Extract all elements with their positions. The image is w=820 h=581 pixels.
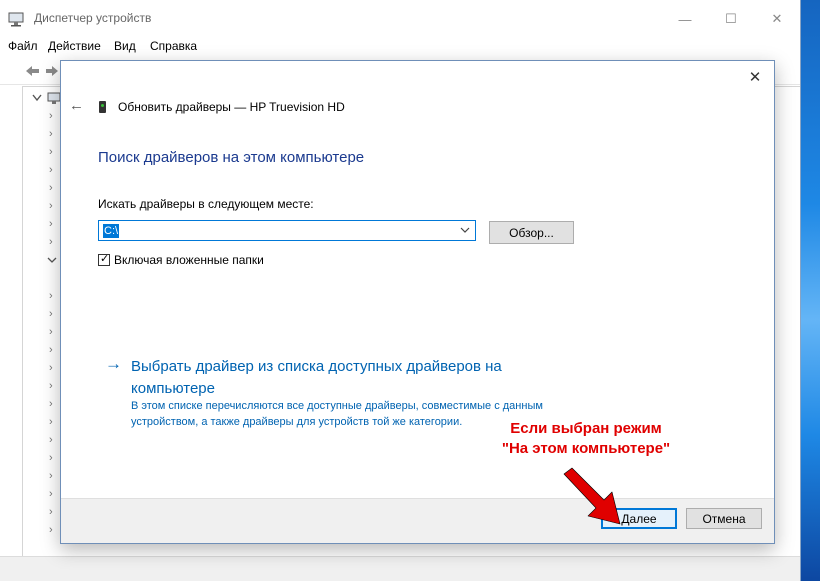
menu-view[interactable]: Вид [114,39,136,53]
tree-expand-icon[interactable]: › [49,164,53,176]
browse-button[interactable]: Обзор... [489,221,574,244]
tree-expand-icon[interactable]: › [49,200,53,212]
dialog-title: Обновить драйверы — HP Truevision HD [118,100,345,114]
annotation-text: Если выбран режим "На этом компьютере" [470,419,702,459]
minimize-button[interactable]: — [662,0,708,38]
red-pointer-arrow [563,467,621,525]
close-icon[interactable]: ✕ [742,65,768,89]
dialog-footer: Далее Отмена [61,498,774,543]
tree-expand-icon[interactable]: › [49,218,53,230]
close-window-button[interactable]: ✕ [754,0,800,38]
tree-expand-icon[interactable]: › [49,362,53,374]
window-titlebar: Диспетчер устройств — ☐ ✕ [0,0,800,38]
tree-expand-icon[interactable]: › [49,308,53,320]
tree-expand-icon[interactable]: › [49,128,53,140]
update-drivers-dialog: ✕ ← Обновить драйверы — HP Truevision HD… [60,60,775,544]
menu-bar: Файл Действие Вид Справка [0,38,800,56]
toolbar-forward-icon[interactable] [46,64,60,78]
tree-expand-icon[interactable]: › [49,506,53,518]
tree-expand-icon[interactable]: › [49,326,53,338]
include-subfolders-checkbox-row[interactable]: Включая вложенные папки [98,252,264,267]
back-arrow-icon[interactable]: ← [69,97,84,114]
menu-action[interactable]: Действие [48,39,101,53]
search-location-label: Искать драйверы в следующем месте: [98,197,314,211]
menu-help[interactable]: Справка [150,39,197,53]
tree-expand-icon[interactable]: › [49,416,53,428]
tree-expand-icon[interactable]: › [49,452,53,464]
tree-expand-icon[interactable]: › [49,398,53,410]
tree-collapse-chevron-icon[interactable] [47,255,57,265]
annotation-line-1: Если выбран режим [510,420,662,437]
window-title: Диспетчер устройств [34,11,152,25]
tree-expand-icon[interactable]: › [49,110,53,122]
tree-expand-icon[interactable]: › [49,236,53,248]
search-path-combobox[interactable]: C:\ [98,220,476,241]
include-subfolders-label[interactable]: Включая вложенные папки [114,253,264,267]
tree-expand-icon[interactable]: › [49,434,53,446]
right-arrow-icon[interactable]: → [105,354,122,374]
tree-expand-icon[interactable]: › [49,146,53,158]
tree-expand-icon[interactable]: › [49,182,53,194]
tree-expand-icon[interactable]: › [49,344,53,356]
tree-expand-icon[interactable]: › [49,524,53,536]
maximize-button[interactable]: ☐ [708,0,754,38]
menu-file[interactable]: Файл [8,39,38,53]
status-bar [0,556,800,581]
tree-collapse-chevron-icon[interactable] [31,93,43,103]
cancel-button[interactable]: Отмена [686,508,762,529]
checkbox-check-icon[interactable] [98,252,110,266]
toolbar-back-icon[interactable] [24,64,42,78]
tree-expand-icon[interactable]: › [49,380,53,392]
pick-from-list-link[interactable]: Выбрать драйвер из списка доступных драй… [131,356,561,400]
tree-expand-icon[interactable]: › [49,470,53,482]
chevron-down-icon[interactable] [460,223,470,237]
computer-node-icon [47,92,61,104]
desktop-wallpaper [800,0,820,581]
webcam-icon [99,101,106,113]
annotation-line-2: "На этом компьютере" [501,440,671,457]
tree-expand-icon[interactable]: › [49,488,53,500]
page-heading: Поиск драйверов на этом компьютере [98,149,365,166]
tree-expand-icon[interactable]: › [49,290,53,302]
device-manager-icon [8,12,24,27]
search-path-value[interactable]: C:\ [103,224,120,238]
